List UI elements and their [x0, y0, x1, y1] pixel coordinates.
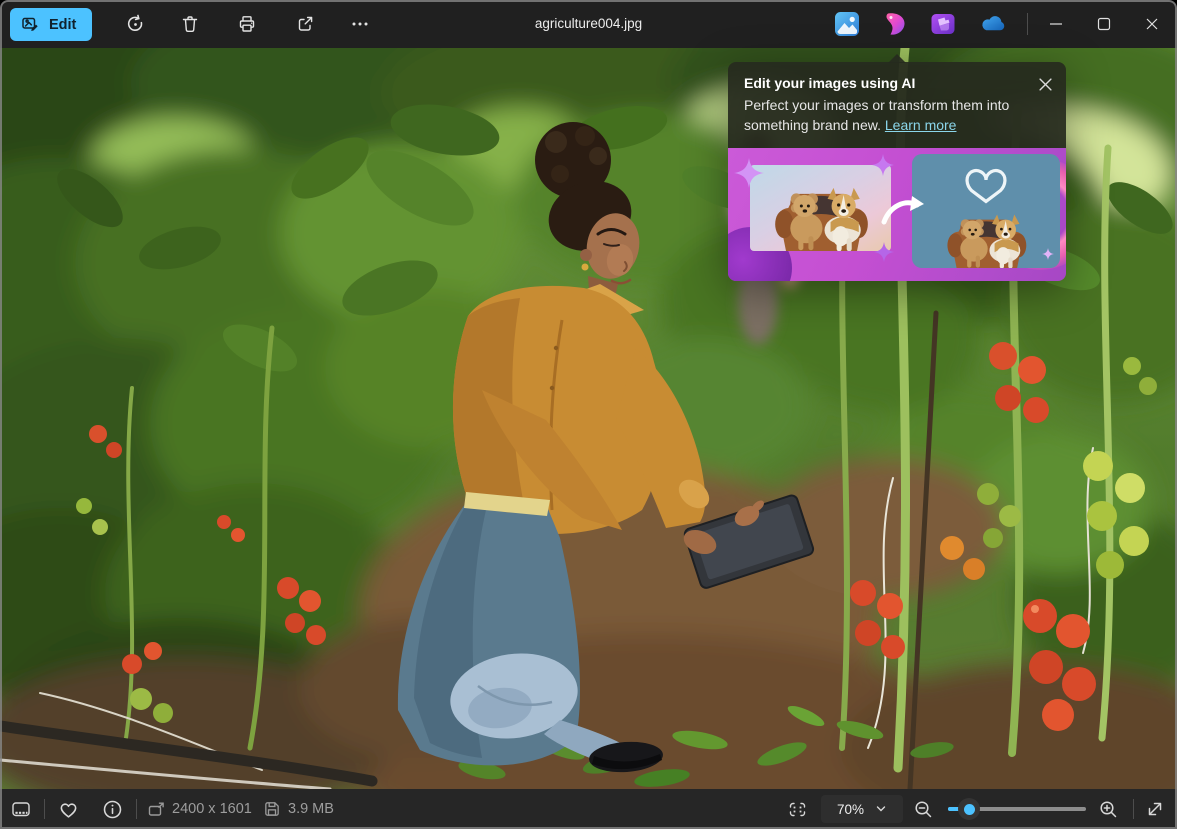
- zoom-percent-dropdown[interactable]: 70%: [821, 795, 903, 823]
- maximize-icon: [1095, 15, 1113, 33]
- fullscreen-button[interactable]: [1138, 791, 1172, 827]
- favorite-button[interactable]: [50, 791, 86, 827]
- statusbar-separator: [136, 799, 137, 819]
- print-button[interactable]: [227, 4, 267, 44]
- favorite-heart-icon: [58, 799, 79, 820]
- statusbar: 2400 x 1601 3.9 MB 70%: [0, 789, 1177, 829]
- popup-close-button[interactable]: [1032, 71, 1058, 97]
- zoom-slider-dot: [964, 804, 975, 815]
- maximize-button[interactable]: [1081, 0, 1127, 48]
- rotate-icon: [125, 14, 146, 35]
- popup-title: Edit your images using AI: [744, 75, 1050, 91]
- sparkle-icon: [872, 154, 894, 176]
- more-options-button[interactable]: [340, 4, 380, 44]
- promo-after-image: [912, 154, 1060, 268]
- zoom-out-icon: [913, 799, 933, 819]
- popup-body: Perfect your images or transform them in…: [744, 95, 1038, 136]
- more-icon: [350, 14, 370, 34]
- filmstrip-icon: [10, 798, 32, 820]
- filesize-icon: [263, 800, 281, 823]
- zoom-slider-handle[interactable]: [958, 798, 980, 820]
- onedrive-icon: [979, 10, 1007, 38]
- popup-body-text: Perfect your images or transform them in…: [744, 97, 1009, 133]
- minimize-icon: [1047, 15, 1065, 33]
- share-button[interactable]: [285, 4, 325, 44]
- delete-icon: [180, 14, 200, 34]
- info-button[interactable]: [94, 791, 130, 827]
- photos-app-icon: [834, 11, 860, 37]
- statusbar-separator: [44, 799, 45, 819]
- chevron-down-icon: [875, 803, 887, 815]
- sparkle-icon: [734, 158, 764, 188]
- minimize-button[interactable]: [1033, 0, 1079, 48]
- edit-image-icon: [21, 15, 40, 34]
- close-button[interactable]: [1129, 0, 1175, 48]
- zoom-slider[interactable]: [946, 789, 1088, 829]
- share-icon: [295, 14, 315, 34]
- fit-to-window-button[interactable]: [779, 791, 815, 827]
- zoom-in-icon: [1098, 799, 1118, 819]
- delete-button[interactable]: [170, 4, 210, 44]
- titlebar: agriculture004.jpg Edit: [0, 0, 1177, 48]
- designer-app-icon: [882, 11, 908, 37]
- dimensions-icon: [147, 800, 166, 824]
- fullscreen-icon: [1145, 799, 1165, 819]
- learn-more-link[interactable]: Learn more: [885, 117, 957, 133]
- designer-app-button[interactable]: [879, 8, 911, 40]
- promo-before-image: [750, 165, 891, 251]
- filmstrip-toggle-button[interactable]: [3, 791, 39, 827]
- sparkle-icon: [874, 242, 894, 262]
- zoom-out-button[interactable]: [907, 791, 939, 827]
- onedrive-button[interactable]: [977, 8, 1009, 40]
- edit-button[interactable]: Edit: [10, 8, 92, 41]
- clipchamp-app-icon: [930, 11, 956, 37]
- sparkle-icon: [1042, 248, 1054, 260]
- image-dimensions: 2400 x 1601: [172, 789, 252, 829]
- print-icon: [237, 14, 257, 34]
- zoom-percent-value: 70%: [837, 802, 864, 817]
- close-icon: [1143, 15, 1161, 33]
- titlebar-separator: [1027, 13, 1028, 35]
- popup-close-icon: [1039, 78, 1052, 91]
- fit-to-window-icon: [787, 799, 808, 820]
- transform-arrow-icon: [881, 192, 929, 228]
- photos-app-window: agriculture004.jpg Edit: [0, 0, 1177, 829]
- edit-button-label: Edit: [49, 17, 76, 33]
- photos-app-button[interactable]: [831, 8, 863, 40]
- statusbar-separator: [1133, 799, 1134, 819]
- zoom-in-button[interactable]: [1092, 791, 1124, 827]
- zoom-slider-track[interactable]: [948, 807, 1086, 811]
- popup-text-section: Edit your images using AI Perfect your i…: [728, 62, 1066, 148]
- rotate-button[interactable]: [115, 4, 155, 44]
- file-size: 3.9 MB: [288, 789, 334, 829]
- info-icon: [102, 799, 123, 820]
- popup-promo-banner: [728, 148, 1066, 281]
- clipchamp-app-button[interactable]: [927, 8, 959, 40]
- ai-edit-popup: Edit your images using AI Perfect your i…: [728, 62, 1066, 281]
